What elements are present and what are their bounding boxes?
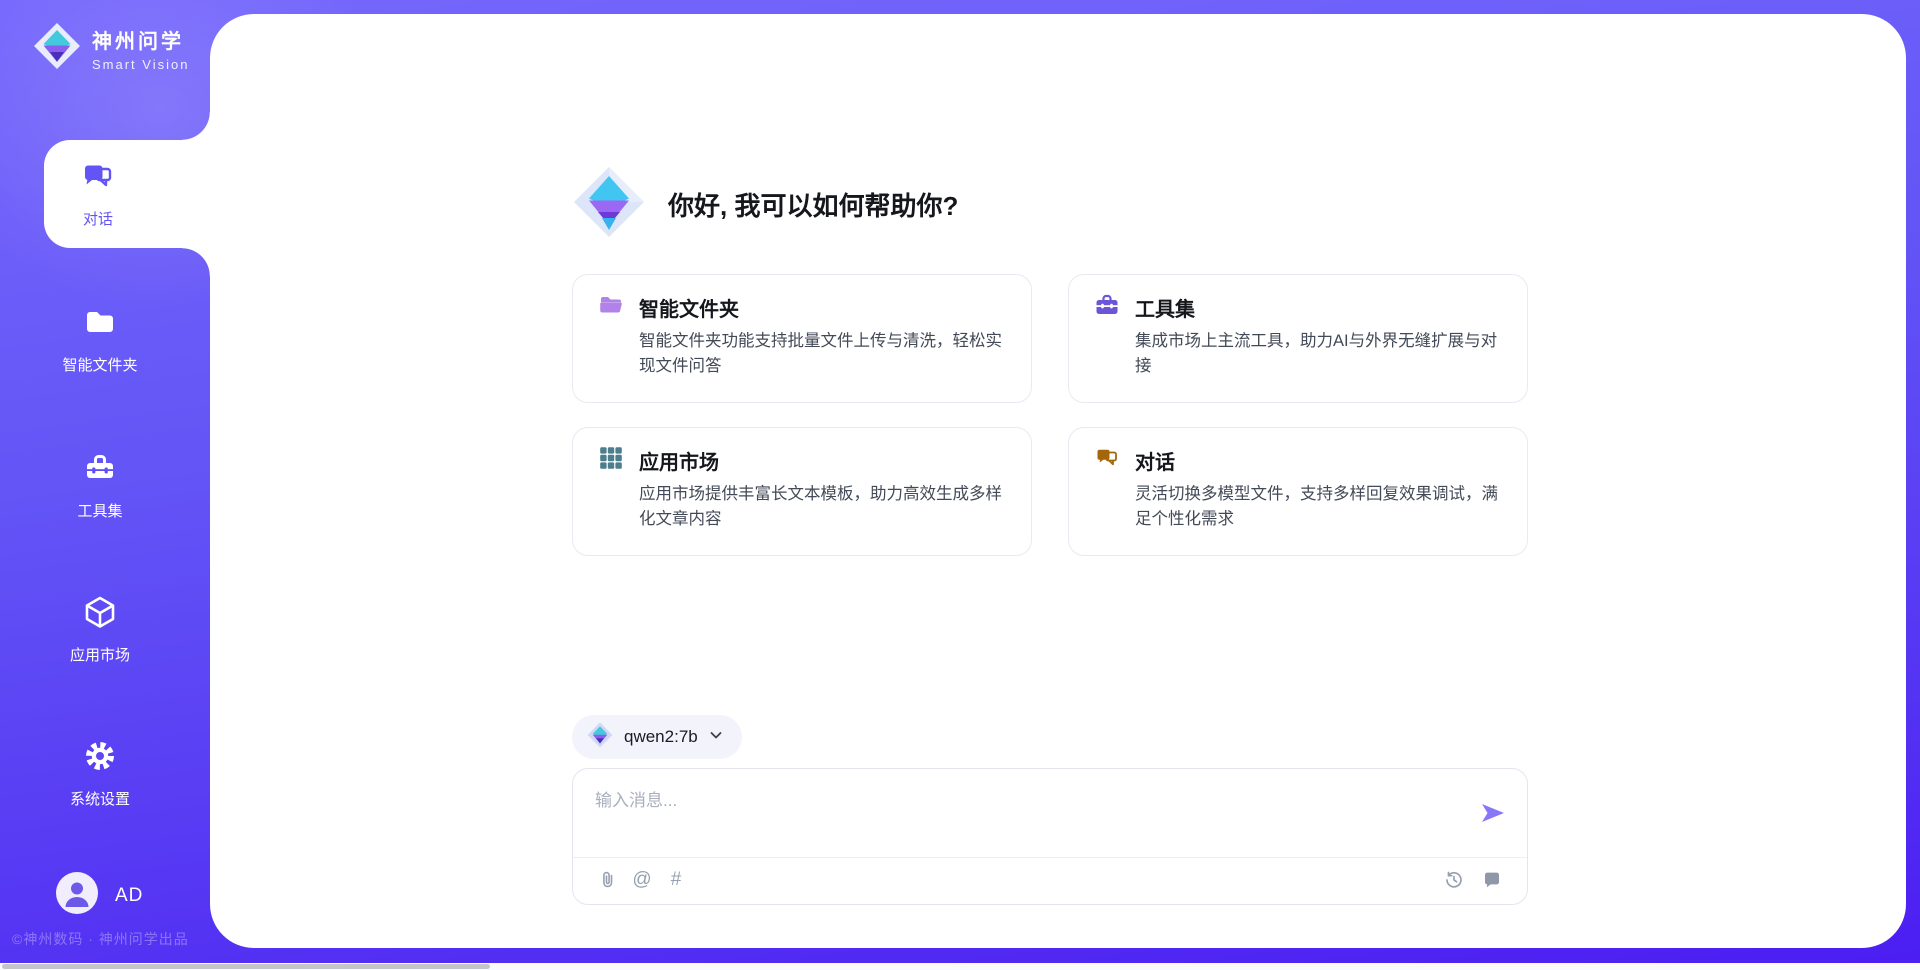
folder-icon bbox=[82, 304, 118, 345]
active-tab-bottom-curve bbox=[182, 248, 210, 276]
user-account[interactable]: AD bbox=[56, 872, 143, 919]
sidebar-item-smart-folder[interactable]: 智能文件夹 bbox=[0, 304, 200, 375]
card-title: 对话 bbox=[1135, 446, 1175, 475]
card-description: 集成市场上主流工具，助力AI与外界无缝扩展与对接 bbox=[1135, 329, 1501, 379]
horizontal-scrollbar[interactable] bbox=[0, 963, 1920, 970]
sidebar: 神州问学 Smart Vision 对话 智能文件夹 bbox=[0, 0, 210, 970]
chevron-down-icon bbox=[709, 728, 723, 747]
user-initials: AD bbox=[115, 885, 143, 907]
card-title: 工具集 bbox=[1135, 293, 1195, 322]
card-chat[interactable]: 对话 灵活切换多模型文件，支持多样回复效果调试，满足个性化需求 bbox=[1068, 427, 1528, 556]
brand-name: 神州问学 bbox=[92, 25, 189, 54]
active-tab-top-curve bbox=[182, 112, 210, 140]
content-column: 你好, 我可以如何帮助你? 智能文件夹 智能文件夹功能支持批量文件上传与清洗，轻… bbox=[572, 167, 1528, 905]
chat-bubbles-icon bbox=[80, 159, 116, 200]
card-description: 应用市场提供丰富长文本模板，助力高效生成多样化文章内容 bbox=[639, 482, 1005, 532]
copyright-text: ©神州数码 · 神州问学出品 bbox=[12, 929, 189, 949]
history-icon[interactable] bbox=[1439, 865, 1469, 895]
app-grid-icon bbox=[599, 446, 623, 475]
card-smart-folder[interactable]: 智能文件夹 智能文件夹功能支持批量文件上传与清洗，轻松实现文件问答 bbox=[572, 274, 1032, 403]
topic-hash-icon[interactable]: # bbox=[661, 865, 691, 895]
sidebar-item-label: 对话 bbox=[83, 208, 113, 229]
card-title: 应用市场 bbox=[639, 446, 719, 475]
brand-subtitle: Smart Vision bbox=[92, 57, 189, 72]
card-description: 智能文件夹功能支持批量文件上传与清洗，轻松实现文件问答 bbox=[639, 329, 1005, 379]
sidebar-item-label: 系统设置 bbox=[70, 788, 130, 809]
sidebar-item-settings[interactable]: 系统设置 bbox=[0, 738, 200, 809]
attachment-icon[interactable] bbox=[593, 865, 623, 895]
card-app-market[interactable]: 应用市场 应用市场提供丰富长文本模板，助力高效生成多样化文章内容 bbox=[572, 427, 1032, 556]
toolbox-icon bbox=[1095, 293, 1119, 322]
sidebar-item-label: 智能文件夹 bbox=[62, 354, 137, 375]
feature-cards: 智能文件夹 智能文件夹功能支持批量文件上传与清洗，轻松实现文件问答 bbox=[572, 274, 1528, 556]
composer-toolbar: @ # bbox=[573, 856, 1527, 904]
folder-open-icon bbox=[599, 293, 623, 322]
sidebar-item-toolset[interactable]: 工具集 bbox=[0, 450, 200, 521]
comments-icon[interactable] bbox=[1477, 865, 1507, 895]
greeting-title: 你好, 我可以如何帮助你? bbox=[668, 186, 958, 223]
message-composer: @ # bbox=[572, 768, 1528, 905]
sidebar-item-label: 应用市场 bbox=[70, 644, 130, 665]
cube-icon bbox=[82, 594, 118, 635]
card-title: 智能文件夹 bbox=[639, 293, 739, 322]
send-icon[interactable] bbox=[1479, 799, 1507, 827]
card-description: 灵活切换多模型文件，支持多样回复效果调试，满足个性化需求 bbox=[1135, 482, 1501, 532]
message-input[interactable] bbox=[573, 769, 1433, 855]
brand-diamond-icon bbox=[33, 22, 81, 75]
toolbox-icon bbox=[82, 450, 118, 491]
sidebar-item-label: 工具集 bbox=[77, 500, 122, 521]
model-selector[interactable]: qwen2:7b bbox=[572, 715, 742, 759]
sidebar-item-app-market[interactable]: 应用市场 bbox=[0, 594, 200, 665]
chat-bubbles-icon bbox=[1095, 446, 1119, 475]
brand-logo: 神州问学 Smart Vision bbox=[33, 22, 189, 75]
brand-diamond-icon bbox=[572, 165, 646, 244]
greeting-block: 你好, 我可以如何帮助你? bbox=[572, 167, 1528, 241]
horizontal-scrollbar-thumb[interactable] bbox=[2, 964, 490, 969]
model-name: qwen2:7b bbox=[624, 727, 698, 747]
sidebar-item-chat[interactable]: 对话 bbox=[44, 140, 210, 248]
main-panel: 你好, 我可以如何帮助你? 智能文件夹 智能文件夹功能支持批量文件上传与清洗，轻… bbox=[210, 14, 1906, 948]
model-diamond-icon bbox=[587, 722, 613, 753]
avatar bbox=[56, 872, 98, 919]
gear-icon bbox=[82, 738, 118, 779]
mention-icon[interactable]: @ bbox=[627, 865, 657, 895]
card-toolset[interactable]: 工具集 集成市场上主流工具，助力AI与外界无缝扩展与对接 bbox=[1068, 274, 1528, 403]
